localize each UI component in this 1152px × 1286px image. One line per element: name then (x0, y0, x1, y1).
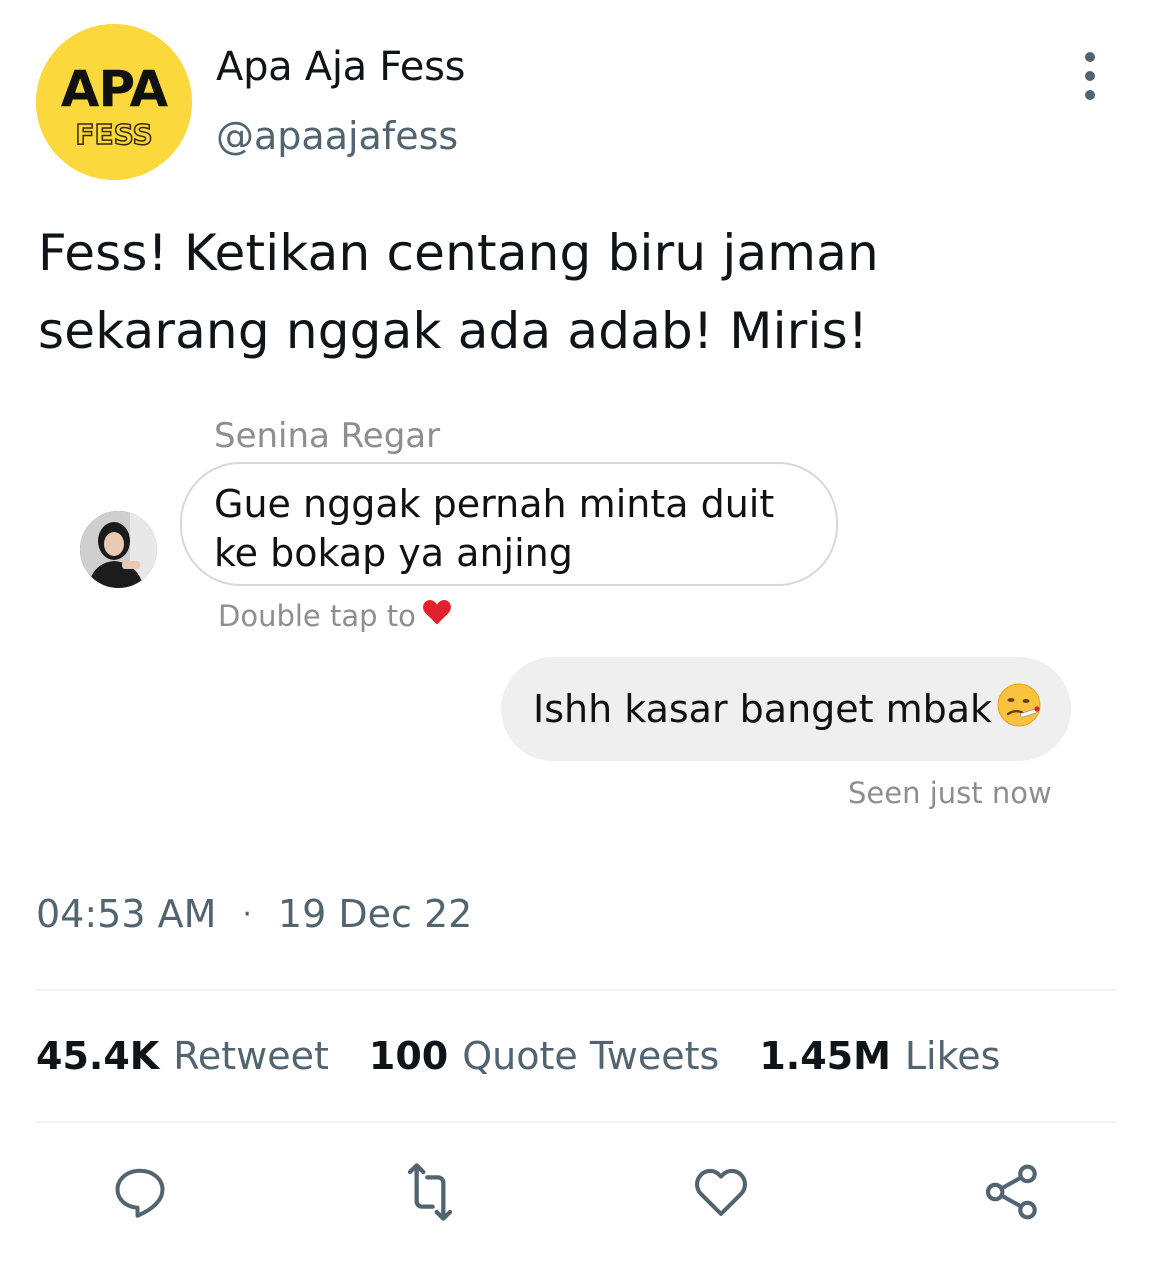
tweet-text: Fess! Ketikan centang biru jaman sekaran… (38, 224, 879, 360)
chat-sender-avatar (80, 511, 157, 588)
divider (36, 1121, 1116, 1123)
incoming-message-text: Gue nggak pernah minta duit ke bokap ya … (214, 482, 775, 575)
heart-emoji (422, 598, 452, 633)
tweet-date: 19 Dec 22 (277, 892, 473, 936)
svg-text:APA: APA (61, 60, 169, 118)
svg-text:FESS: FESS (75, 118, 152, 151)
incoming-message-bubble: Gue nggak pernah minta duit ke bokap ya … (180, 462, 838, 586)
separator-dot: · (242, 896, 252, 932)
retweet-icon[interactable] (398, 1160, 462, 1224)
chat-sender-name: Senina Regar (214, 416, 441, 456)
apa-fess-logo: APA FESS (36, 24, 192, 180)
engagement-stats: 45.4K Retweet 100 Quote Tweets 1.45M Lik… (36, 1034, 1040, 1078)
face-with-thermometer-emoji (996, 682, 1042, 737)
quote-tweets-count-link[interactable]: 100 Quote Tweets (369, 1034, 719, 1078)
outgoing-message-text: Ishh kasar banget mbak (533, 687, 993, 731)
double-tap-hint: Double tap to (218, 598, 452, 633)
account-avatar[interactable]: APA FESS (36, 24, 192, 180)
like-icon[interactable] (689, 1160, 753, 1224)
retweet-count-link[interactable]: 45.4K Retweet (36, 1034, 329, 1078)
user-handle[interactable]: @apaajafess (216, 114, 458, 158)
display-name[interactable]: Apa Aja Fess (216, 44, 466, 90)
seen-status: Seen just now (848, 776, 1052, 810)
reply-icon[interactable] (108, 1160, 172, 1224)
more-options-icon[interactable] (1070, 52, 1110, 100)
tweet-time: 04:53 AM (36, 892, 217, 936)
share-icon[interactable] (980, 1160, 1044, 1224)
tweet-timestamp[interactable]: 04:53 AM · 19 Dec 22 (36, 892, 472, 936)
outgoing-message-bubble: Ishh kasar banget mbak (501, 657, 1071, 761)
likes-count-link[interactable]: 1.45M Likes (759, 1034, 1000, 1078)
divider (36, 989, 1116, 991)
